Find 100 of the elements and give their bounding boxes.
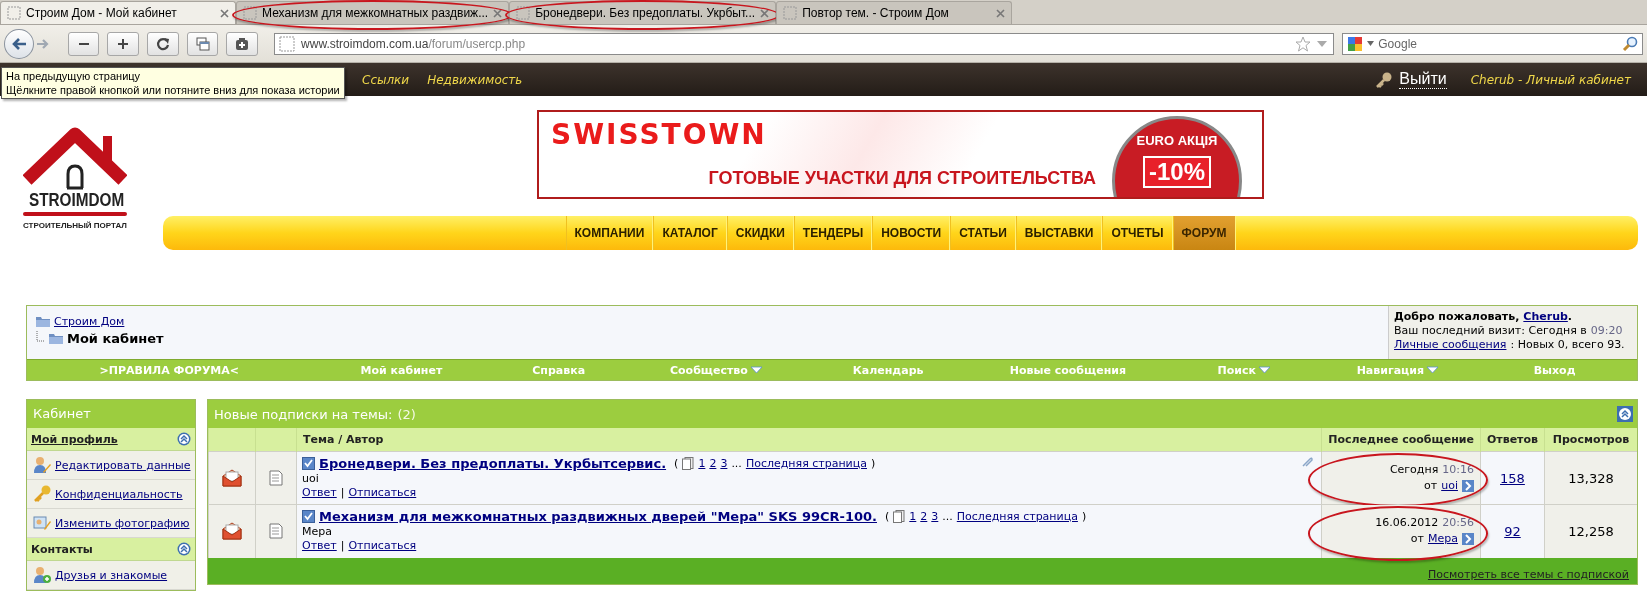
menu-item[interactable]: КАТАЛОГ [653, 216, 727, 250]
menu-item[interactable]: ТЕНДЕРЫ [793, 216, 873, 250]
menu-item[interactable]: ВЫСТАВКИ [1015, 216, 1103, 250]
messages-link[interactable]: Личные сообщения [1394, 338, 1507, 351]
ellipsis-text: ... [942, 508, 953, 525]
browser-tab[interactable]: Повтор тем. - Строим Дом [776, 1, 1013, 24]
star-icon[interactable] [1295, 35, 1312, 52]
windows-icon [195, 36, 210, 51]
key-icon [33, 485, 51, 503]
bracket-text: ) [871, 455, 876, 472]
collapse-icon[interactable] [177, 432, 191, 446]
breadcrumb-link[interactable]: Строим Дом [54, 314, 125, 328]
caret-down-icon [1367, 41, 1375, 46]
section-title[interactable]: Мой профиль [31, 432, 118, 446]
back-button[interactable] [4, 28, 34, 59]
search-bar[interactable]: Google [1342, 32, 1643, 55]
blank-page-icon [243, 6, 257, 20]
logout-link[interactable]: Выйти [1399, 70, 1447, 89]
column-header: Последнее сообщение [1321, 428, 1481, 452]
zoom-out-button[interactable] [67, 31, 100, 56]
page-link[interactable]: 3 [931, 508, 939, 525]
close-icon[interactable] [996, 8, 1006, 18]
go-to-post-icon[interactable] [1461, 480, 1474, 492]
panel-title: Новые подписки на темы: [214, 406, 393, 422]
unsubscribe-link[interactable]: Отписаться [348, 484, 417, 501]
close-icon[interactable] [760, 8, 770, 18]
blank-page-icon [516, 6, 531, 20]
replies-link[interactable]: 158 [1500, 470, 1525, 486]
search-icon[interactable] [1622, 35, 1638, 52]
thread-title-link[interactable]: Бронедвери. Без предоплаты. Укрбытсервис. [319, 455, 667, 472]
browser-tab[interactable]: Строим Дом - Мой кабинет [0, 1, 236, 24]
menu-item[interactable]: НОВОСТИ [872, 216, 951, 250]
author-name: Мера [302, 524, 333, 538]
browser-tab[interactable]: Бронедвери. Без предоплаты. Укрбыт... [509, 1, 777, 24]
user-add-icon [33, 566, 51, 584]
reply-link[interactable]: Ответ [302, 484, 337, 501]
thread-title-link[interactable]: Механизм для межкомнатных раздвижных дверей "Мера" SKS 99CR-100. [319, 508, 877, 525]
badge-title: EURO АКЦІЯ [1136, 133, 1218, 148]
last-poster-link[interactable]: uoi [1441, 478, 1458, 494]
page-link[interactable]: 2 [920, 508, 928, 525]
collapse-icon[interactable] [1617, 406, 1633, 422]
last-visit-time: 09:20 [1590, 324, 1623, 337]
section-title: Контакты [31, 542, 93, 556]
views-count: 12,258 [1544, 504, 1637, 558]
plus-box-icon [235, 36, 250, 51]
caret-down-icon[interactable] [1317, 39, 1328, 48]
collapse-icon[interactable] [177, 542, 191, 556]
last-page-link[interactable]: Последняя страница [745, 455, 867, 472]
go-to-post-icon[interactable] [1461, 533, 1474, 546]
site-link[interactable]: Недвижимость [427, 72, 523, 87]
reply-link[interactable]: Ответ [302, 537, 337, 554]
sidebar-link[interactable]: Друзья и знакомые [55, 568, 168, 582]
all-subscriptions-link[interactable]: Посмотреть все темы с подпиской [1427, 567, 1629, 581]
menu-item[interactable]: СТАТЬИ [950, 216, 1016, 250]
by-text: от [1410, 531, 1424, 548]
column-header: Просмотров [1544, 428, 1637, 452]
advertisement-banner[interactable]: SWISSTOWN ГОТОВЫЕ УЧАСТКИ ДЛЯ СТРОИТЕЛЬСТВА EURO АКЦІЯ -10% [537, 110, 1264, 199]
sidebar-link[interactable]: Изменить фотографию [55, 516, 190, 530]
minus-icon [78, 42, 89, 45]
last-poster-link[interactable]: Мера [1427, 531, 1458, 548]
account-link[interactable]: Cherub - Личный кабинет [1470, 72, 1631, 87]
bracket-text: ( [885, 508, 890, 525]
tooltip-text: На предыдущую страницу [6, 69, 142, 83]
windows-button[interactable] [186, 31, 219, 56]
page-link[interactable]: 2 [709, 455, 717, 472]
sidebar-link[interactable]: Конфиденциальность [55, 487, 183, 501]
logo-tagline: СТРОИТЕЛЬНЫЙ ПОРТАЛ [23, 221, 127, 230]
separator-text: | [340, 537, 345, 554]
page-link[interactable]: 3 [720, 455, 728, 472]
browser-tab[interactable]: Механизм для межкомнатных раздвиж... [236, 1, 510, 24]
arrow-right-icon[interactable] [35, 37, 50, 50]
last-page-link[interactable]: Последняя страница [956, 508, 1078, 525]
page-link[interactable]: 1 [909, 508, 917, 525]
menu-item[interactable]: СКИДКИ [726, 216, 794, 250]
period-text: . [1567, 310, 1573, 323]
replies-link[interactable]: 92 [1504, 523, 1521, 539]
zoom-in-button[interactable] [107, 31, 140, 56]
bracket-text: ( [674, 455, 679, 472]
house-logo-icon [23, 126, 127, 190]
username-link[interactable]: Cherub [1523, 310, 1568, 323]
menu-item[interactable]: ОТЧЕТЫ [1102, 216, 1173, 250]
author-name: uoi [302, 471, 320, 485]
messages-count-text: : Новых 0, всего 93. [1510, 338, 1625, 351]
last-post-time: 20:56 [1442, 515, 1474, 532]
address-field[interactable]: www.stroimdom.com.ua/forum/usercp.php [274, 32, 1335, 55]
menu-item[interactable]: ФОРУМ [1172, 216, 1236, 250]
menu-item[interactable]: КОМПАНИИ [565, 216, 654, 250]
sidebar-link[interactable]: Редактировать данные [55, 458, 191, 472]
unsubscribe-link[interactable]: Отписаться [348, 537, 417, 554]
last-post-date: 16.06.2012 [1375, 515, 1439, 532]
search-field[interactable]: Google [1378, 36, 1618, 51]
site-link[interactable]: Ссылки [362, 72, 410, 87]
envelope-icon [222, 469, 242, 487]
close-icon[interactable] [220, 8, 229, 18]
reload-button[interactable] [147, 31, 179, 56]
picture-edit-icon [33, 514, 51, 532]
add-button[interactable] [226, 31, 259, 56]
column-header: Ответов [1480, 428, 1545, 452]
page-link[interactable]: 1 [698, 455, 706, 472]
close-icon[interactable] [493, 8, 503, 18]
